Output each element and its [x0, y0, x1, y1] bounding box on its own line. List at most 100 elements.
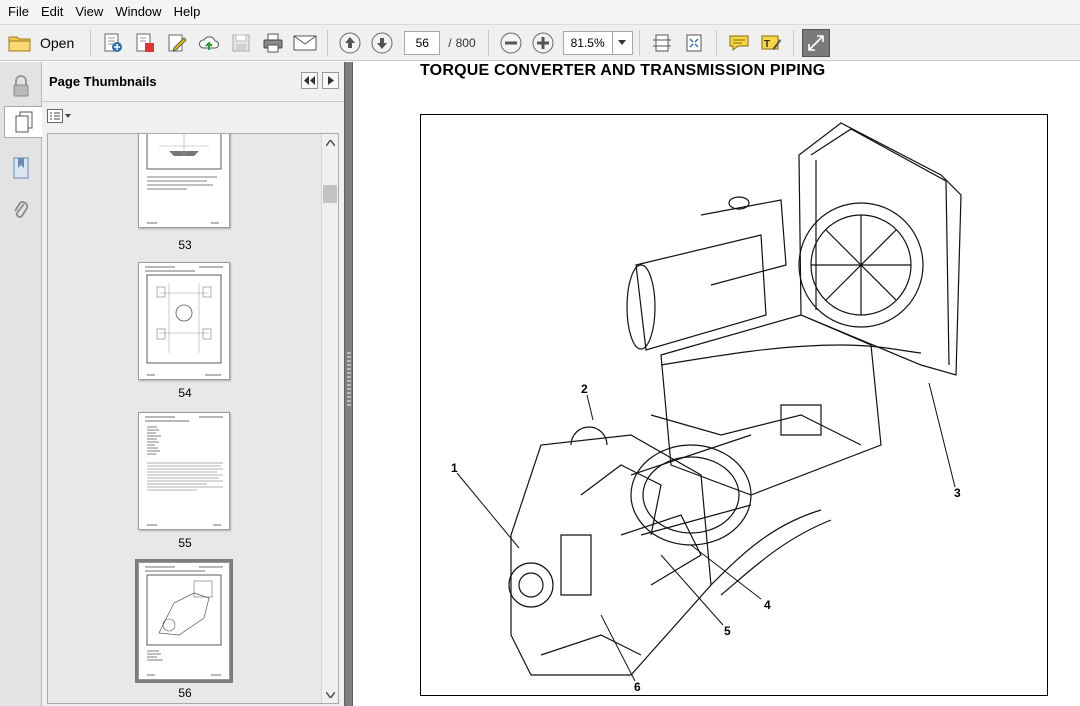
thumbnail-label: 56 — [178, 686, 192, 700]
document-heading: TORQUE CONVERTER AND TRANSMISSION PIPING — [420, 62, 826, 79]
export-pdf-button[interactable] — [131, 29, 159, 57]
menu-window[interactable]: Window — [109, 0, 167, 24]
zoom-in-button[interactable] — [529, 29, 557, 57]
menu-help[interactable]: Help — [168, 0, 207, 24]
toolbar-separator — [715, 29, 717, 56]
toolbar-separator — [90, 29, 92, 56]
chevron-right-icon — [327, 76, 334, 85]
zoom-in-icon — [532, 32, 554, 53]
transmission-drawing — [456, 122, 962, 682]
page-number-input[interactable]: 56 — [404, 30, 441, 55]
arrow-up-circle-icon — [339, 32, 361, 53]
thumbnail-item[interactable]: 55 — [48, 412, 322, 552]
fit-page-button[interactable] — [680, 29, 708, 57]
page-total: 800 — [455, 35, 476, 50]
toolbar-separator — [792, 29, 794, 56]
thumbnail-image — [135, 559, 233, 683]
menu-file[interactable]: File — [2, 0, 35, 24]
collapse-panel-button[interactable] — [301, 72, 318, 89]
arrow-down-circle-icon — [371, 32, 393, 53]
envelope-icon — [293, 35, 317, 50]
comment-button[interactable] — [725, 29, 753, 57]
save-disk-icon — [232, 34, 250, 51]
cloud-upload-icon — [199, 35, 220, 50]
scroll-down-arrow-icon[interactable] — [322, 686, 338, 703]
menu-bar: File Edit View Window Help — [0, 0, 1080, 24]
scroll-up-arrow-icon[interactable] — [322, 134, 338, 151]
create-pdf-icon — [104, 33, 123, 52]
edit-pencil-icon — [168, 34, 187, 52]
export-pdf-icon — [136, 33, 155, 52]
zoom-select[interactable]: 81.5% — [562, 30, 633, 55]
print-button[interactable] — [259, 29, 287, 57]
thumbnail-scrollbar[interactable] — [321, 134, 338, 703]
full-screen-button[interactable] — [801, 28, 830, 57]
thumbnail-image — [138, 262, 230, 380]
page-separator: / — [448, 35, 452, 50]
next-page-button[interactable] — [368, 29, 396, 57]
technical-illustration: 1 2 3 4 5 6 — [420, 114, 1048, 696]
speech-bubble-icon — [729, 35, 749, 51]
create-pdf-button[interactable] — [99, 29, 127, 57]
bookmarks-button[interactable] — [5, 152, 37, 184]
previous-page-button[interactable] — [336, 29, 364, 57]
menu-edit[interactable]: Edit — [35, 0, 69, 24]
thumbnail-item-selected[interactable]: 56 — [48, 559, 322, 703]
pages-icon — [15, 111, 32, 133]
thumbnail-image — [138, 412, 230, 530]
lock-icon — [13, 75, 29, 97]
thumbnail-image — [138, 134, 230, 228]
thumbnail-item[interactable]: 54 — [48, 262, 322, 402]
fit-width-icon — [652, 34, 671, 51]
zoom-out-icon — [500, 32, 522, 53]
toolbar: Open 56 / 800 81.5% T — [0, 24, 1080, 61]
page-thumbnails-panel: Page Thumbnails 53 54 55 56 — [42, 62, 344, 706]
printer-icon — [263, 33, 283, 52]
edit-pdf-button[interactable] — [163, 29, 191, 57]
navigation-rail — [0, 62, 42, 706]
fit-width-button[interactable] — [648, 29, 676, 57]
svg-text:T: T — [764, 39, 770, 50]
fit-page-icon — [686, 34, 702, 51]
chevron-down-icon[interactable] — [611, 31, 632, 54]
attachments-button[interactable] — [5, 194, 37, 226]
double-chevron-left-icon — [304, 76, 315, 85]
callout-label: 3 — [954, 486, 961, 500]
page-thumbnails-button[interactable] — [4, 106, 42, 138]
thumbnail-item[interactable]: 53 — [48, 134, 322, 256]
thumbnail-list: 53 54 55 56 — [47, 133, 339, 704]
highlight-button[interactable]: T — [757, 29, 785, 57]
panel-splitter[interactable] — [344, 62, 353, 706]
security-button[interactable] — [5, 70, 37, 102]
thumbnail-label: 53 — [178, 238, 192, 252]
document-view[interactable]: TORQUE CONVERTER AND TRANSMISSION PIPING — [353, 62, 1080, 706]
save-button[interactable] — [227, 29, 255, 57]
email-button[interactable] — [291, 29, 319, 57]
menu-view[interactable]: View — [69, 0, 109, 24]
callout-label: 6 — [634, 680, 641, 694]
expand-icon — [807, 34, 824, 51]
cloud-upload-button[interactable] — [195, 29, 223, 57]
toolbar-separator — [327, 29, 329, 56]
callout-label: 2 — [581, 382, 588, 396]
zoom-out-button[interactable] — [497, 29, 525, 57]
panel-title: Page Thumbnails — [49, 74, 157, 89]
panel-menu-button[interactable] — [322, 72, 339, 89]
bookmark-icon — [13, 157, 29, 179]
thumbnail-options-button[interactable] — [42, 102, 344, 130]
splitter-grip — [347, 352, 351, 406]
folder-icon — [8, 36, 31, 51]
callout-label: 4 — [764, 598, 771, 612]
callout-label: 1 — [451, 461, 458, 475]
panel-header: Page Thumbnails — [42, 62, 344, 102]
callout-label: 5 — [724, 624, 731, 638]
thumbnail-label: 54 — [178, 386, 192, 400]
zoom-value: 81.5% — [570, 35, 605, 50]
scrollbar-thumb[interactable] — [323, 185, 337, 203]
highlighter-icon: T — [761, 35, 781, 50]
options-list-icon — [47, 109, 71, 123]
open-button[interactable]: Open — [8, 33, 74, 53]
toolbar-separator — [638, 29, 640, 56]
paperclip-icon — [14, 201, 29, 218]
thumbnail-label: 55 — [178, 536, 192, 550]
